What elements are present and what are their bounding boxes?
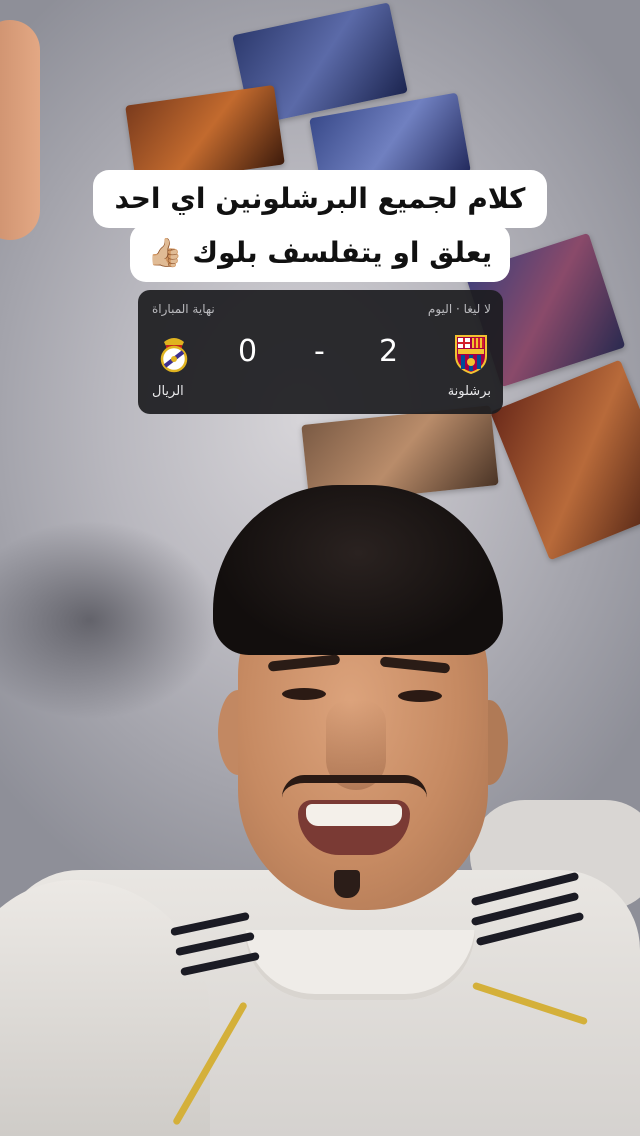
video-caption: كلام لجميع البرشلونين اي احد يعلق او يتف…	[0, 170, 640, 282]
caption-line-1: كلام لجميع البرشلونين اي احد	[92, 170, 548, 228]
home-team-name: برشلونة	[447, 384, 491, 399]
barcelona-crest-icon	[455, 335, 487, 374]
score-separator: -	[314, 334, 325, 369]
home-score: 2	[379, 334, 399, 369]
away-team-name: الريال	[152, 384, 184, 399]
caption-line-2: يعلق او يتفلسف بلوك 👍🏼	[129, 224, 511, 282]
away-score: 0	[238, 334, 258, 369]
eye	[282, 688, 326, 700]
league-label: لا ليغا · اليوم	[427, 302, 491, 316]
match-score-card: لا ليغا · اليوم نهاية المباراة برشلونة 2…	[138, 290, 503, 414]
jersey-collar	[245, 930, 475, 1000]
teeth	[306, 804, 402, 826]
thumbs-up-icon: 👍🏼	[147, 236, 183, 269]
match-status: نهاية المباراة	[152, 302, 215, 316]
real-madrid-crest-icon	[160, 338, 188, 373]
hair	[213, 485, 503, 655]
caption-line-2-text: يعلق او يتفلسف بلوك	[192, 236, 493, 269]
goatee	[334, 870, 360, 898]
smiling-mouth	[298, 800, 410, 855]
eye	[398, 690, 442, 702]
